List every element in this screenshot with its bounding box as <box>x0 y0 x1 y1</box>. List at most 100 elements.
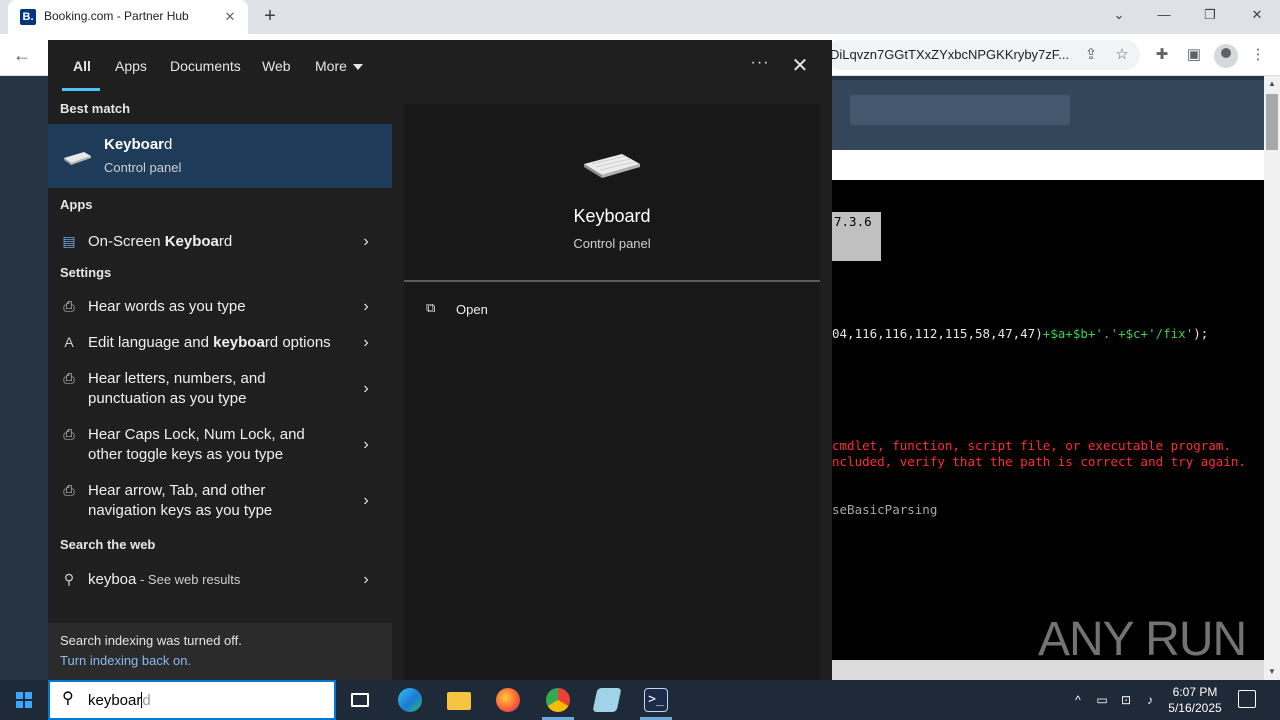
close-tab-icon[interactable]: ✕ <box>222 9 238 25</box>
best-match-title: Keyboard <box>104 136 173 153</box>
tab-web[interactable]: Web <box>262 58 291 74</box>
volume-icon[interactable]: ♪ <box>1142 692 1158 708</box>
open-action[interactable]: ⧉ Open <box>426 300 546 320</box>
chrome-icon <box>546 688 570 712</box>
anyrun-watermark: ANY RUN <box>1038 613 1247 666</box>
search-input-text[interactable]: keyboard <box>88 692 151 709</box>
scroll-down-icon[interactable]: ▼ <box>1264 664 1280 680</box>
tab-apps[interactable]: Apps <box>115 58 147 74</box>
search-icon: ⚲ <box>63 571 75 587</box>
settings-header: Settings <box>60 265 112 280</box>
open-external-icon: ⧉ <box>426 300 436 315</box>
result-label: Hear words as you type <box>88 298 246 315</box>
edge-taskbar-button[interactable] <box>386 680 434 720</box>
setting-hear-words[interactable]: ⎙ Hear words as you type › <box>48 292 392 328</box>
chevron-right-icon[interactable]: › <box>358 379 374 399</box>
search-icon: ⚲ <box>62 690 74 707</box>
keyboard-icon <box>64 152 91 165</box>
tab-search-chevron-icon[interactable]: ⌄ <box>1105 4 1133 26</box>
page-scrollbar[interactable]: ▲ ▼ <box>1264 76 1280 680</box>
show-hidden-icons-chevron-icon[interactable]: ^ <box>1070 692 1086 708</box>
chevron-right-icon[interactable]: › <box>358 333 374 353</box>
setting-hear-caps-lock[interactable]: ⎙ Hear Caps Lock, Num Lock, and other to… <box>48 420 392 476</box>
taskbar-search-box[interactable]: ⚲ keyboard <box>48 680 336 720</box>
result-label: Edit language and keyboard options <box>88 334 331 351</box>
file-explorer-taskbar-button[interactable] <box>435 680 483 720</box>
booking-favicon-icon: B. <box>20 9 36 25</box>
chevron-right-icon[interactable]: › <box>358 491 374 511</box>
result-label: Hear letters, numbers, and punctuation a… <box>88 370 266 407</box>
more-options-icon[interactable]: ··· <box>748 54 772 78</box>
notepad-icon <box>592 688 622 712</box>
chevron-right-icon[interactable]: › <box>358 297 374 317</box>
folder-icon <box>447 692 471 710</box>
start-button[interactable] <box>0 680 48 720</box>
turn-indexing-on-link[interactable]: Turn indexing back on. <box>60 653 191 668</box>
result-label: keyboa - See web results <box>88 571 241 588</box>
chevron-right-icon[interactable]: › <box>358 435 374 455</box>
restore-button[interactable]: ❐ <box>1196 4 1224 26</box>
bookmark-star-icon[interactable]: ☆ <box>1113 46 1131 64</box>
keyboard-icon <box>584 154 640 178</box>
new-tab-button[interactable]: + <box>258 4 282 28</box>
console-version-box: 7.3.6 <box>832 212 881 261</box>
setting-edit-language-keyboard[interactable]: A Edit language and keyboard options › <box>48 328 392 364</box>
powershell-taskbar-button[interactable]: >_ <box>632 680 680 720</box>
taskbar: ⚲ keyboard >_ ^ ▭ ⊡ ♪ 6:07 PM 5/16/2025 <box>0 680 1280 720</box>
narrator-icon: ⎙ <box>63 298 75 314</box>
console-error-line-1: cmdlet, function, script file, or execut… <box>832 438 1231 453</box>
setting-hear-letters[interactable]: ⎙ Hear letters, numbers, and punctuation… <box>48 364 392 420</box>
minimize-button[interactable]: — <box>1150 4 1178 26</box>
tab-more[interactable]: More <box>315 58 363 74</box>
task-view-icon <box>351 693 369 707</box>
detail-subtitle: Control panel <box>573 236 651 251</box>
extensions-icon[interactable]: ✚ <box>1153 46 1171 64</box>
result-label: On-Screen Keyboard <box>88 233 233 250</box>
scroll-up-icon[interactable]: ▲ <box>1264 76 1280 92</box>
task-view-button[interactable] <box>336 680 384 720</box>
close-window-button[interactable]: ✕ <box>1243 4 1271 26</box>
detail-divider <box>404 280 820 282</box>
windows-search-panel: All Apps Documents Web More ··· ✕ Best m… <box>48 40 832 680</box>
best-match-keyboard[interactable]: Keyboard Control panel <box>48 124 392 188</box>
powershell-console: 04,116,116,112,115,58,47,47)+$a+$b+'.'+$… <box>832 180 1280 660</box>
tab-documents[interactable]: Documents <box>170 58 241 74</box>
edge-icon <box>398 688 422 712</box>
console-title-strip <box>832 150 1264 180</box>
console-error-line-2: ncluded, verify that the path is correct… <box>832 454 1246 469</box>
on-screen-keyboard-icon: ▤ <box>62 233 76 249</box>
close-icon[interactable]: ✕ <box>788 54 812 78</box>
best-match-header: Best match <box>60 101 131 116</box>
web-search-result[interactable]: ⚲ keyboa - See web results › <box>48 564 392 600</box>
system-clock[interactable]: 6:07 PM 5/16/2025 <box>1162 684 1228 716</box>
tab-all[interactable]: All <box>73 58 91 74</box>
page-header-field <box>850 95 1070 125</box>
console-command-line: 04,116,116,112,115,58,47,47)+$a+$b+'.'+$… <box>832 326 1209 341</box>
app-result-on-screen-keyboard[interactable]: ▤ On-Screen Keyboard › <box>48 224 392 260</box>
notification-center-icon[interactable] <box>1238 690 1256 708</box>
side-panel-icon[interactable]: ▣ <box>1185 46 1203 64</box>
clock-time: 6:07 PM <box>1172 685 1218 699</box>
network-drive-icon[interactable]: ▭ <box>1094 692 1110 708</box>
back-arrow-icon[interactable]: ← <box>10 43 34 67</box>
browser-tab[interactable]: B. Booking.com - Partner Hub ✕ <box>8 0 248 34</box>
profile-avatar[interactable] <box>1214 44 1238 68</box>
network-icon[interactable]: ⊡ <box>1118 692 1134 708</box>
clock-date: 5/16/2025 <box>1168 701 1222 715</box>
scroll-thumb[interactable] <box>1266 94 1278 150</box>
setting-hear-arrow-keys[interactable]: ⎙ Hear arrow, Tab, and other navigation … <box>48 476 392 532</box>
active-tab-indicator <box>62 88 100 91</box>
url-text: DiLqvzn7GGtTXxZYxbcNPGKKryby7zF... <box>830 47 1070 62</box>
chevron-right-icon[interactable]: › <box>358 232 374 252</box>
browser-tab-strip: B. Booking.com - Partner Hub ✕ + ⌄ — ❐ ✕ <box>0 0 1280 34</box>
console-param-line: seBasicParsing <box>832 502 938 517</box>
chevron-right-icon[interactable]: › <box>358 570 374 590</box>
menu-kebab-icon[interactable]: ⋮ <box>1249 46 1267 64</box>
firefox-taskbar-button[interactable] <box>484 680 532 720</box>
terminal-icon: >_ <box>644 688 668 712</box>
chrome-taskbar-button[interactable] <box>534 680 582 720</box>
narrator-icon: ⎙ <box>63 370 75 386</box>
windows-logo-icon <box>16 692 32 708</box>
share-icon[interactable]: ⇪ <box>1082 46 1100 64</box>
notepad-taskbar-button[interactable] <box>583 680 631 720</box>
